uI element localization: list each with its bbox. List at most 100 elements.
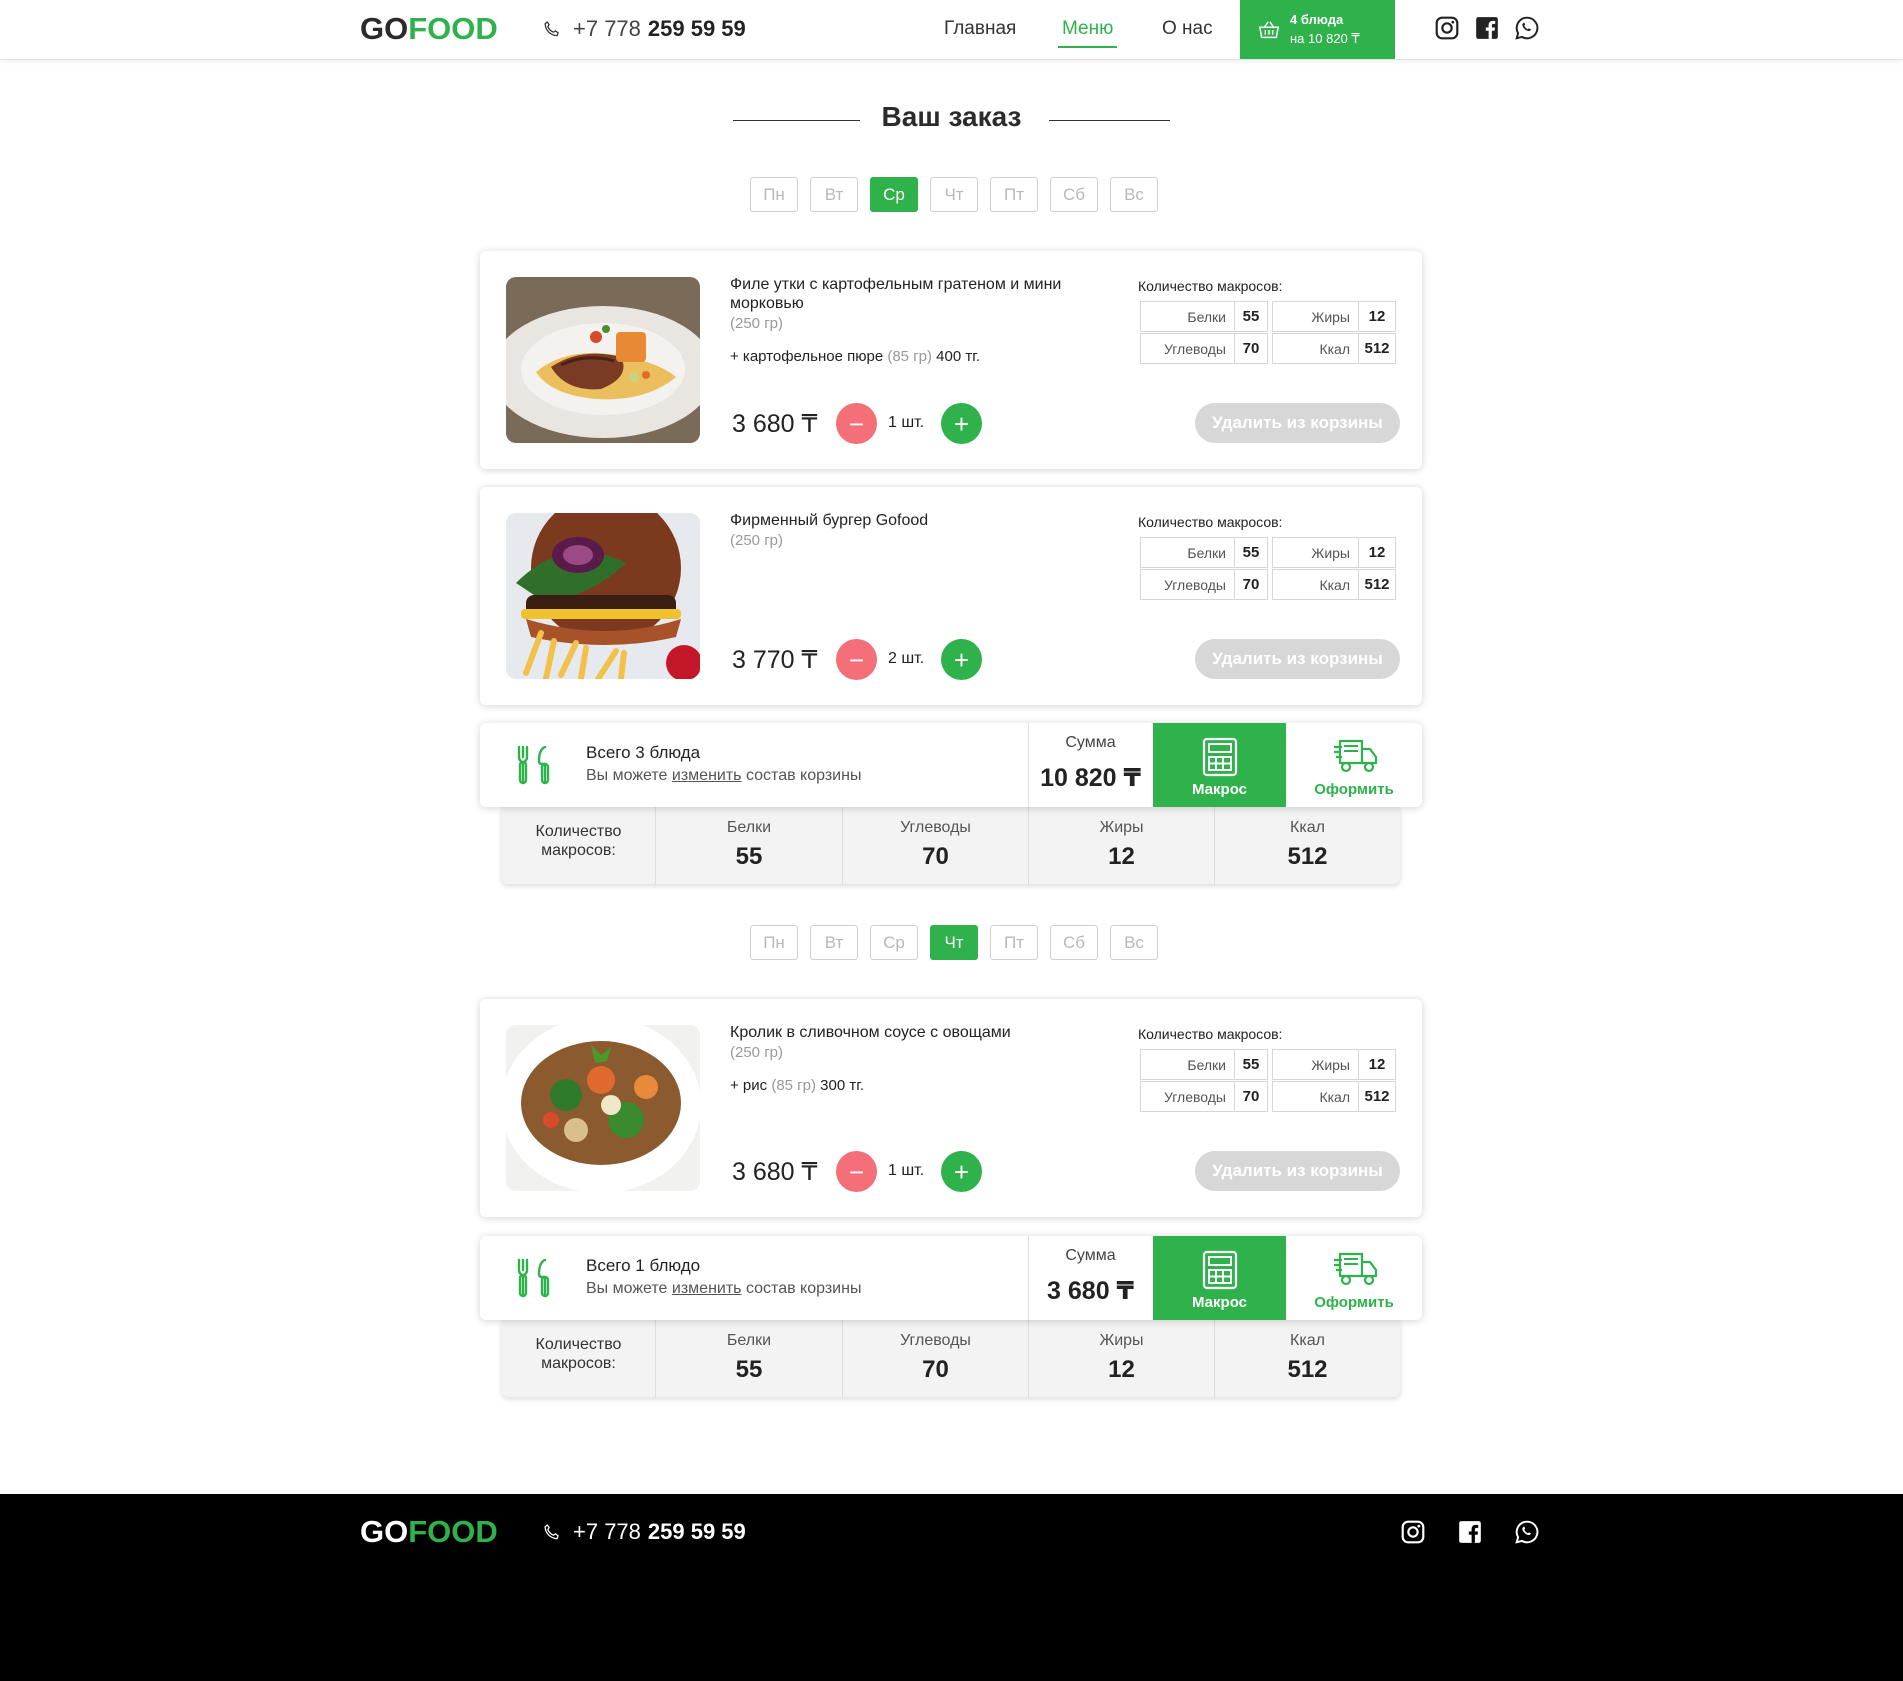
day-thu[interactable]: Чт [930, 177, 978, 212]
logo[interactable]: GOFOOD [360, 11, 498, 47]
day-tue[interactable]: Вт [810, 177, 858, 212]
remove-from-cart-button[interactable]: Удалить из корзины [1195, 1151, 1400, 1191]
sum-label: Сумма [1065, 734, 1116, 751]
total-dishes: Всего 3 блюда [586, 743, 701, 762]
macros-table: Белки 55 Жиры 12 Углеводы 70 Ккал 512 [1140, 1049, 1398, 1113]
macro-totals: Количество макросов: Белки 55 Углеводы 70 … [502, 807, 1400, 884]
sum-value: 10 820 ₸ [1040, 764, 1141, 792]
macros-label: Количество макросов: [1138, 278, 1283, 294]
day-selector: Пн Вт Ср Чт Пт Сб Вс [750, 177, 1158, 212]
item-name: Филе утки с картофельным гратеном и мини… [730, 276, 1062, 312]
day-fri[interactable]: Пт [990, 177, 1038, 212]
day-tue[interactable]: Вт [810, 925, 858, 960]
item-qty: 1 шт. [888, 414, 925, 431]
item-weight: (250 гр) [730, 315, 783, 332]
cart-count: 4 блюда [1290, 12, 1344, 27]
item-addon: + картофельное пюре (85 гр) 400 тг. [730, 348, 981, 365]
calculator-icon [1202, 1250, 1238, 1290]
phone-icon [544, 20, 559, 36]
footer-phone[interactable]: +7 778 259 59 59 [542, 1519, 746, 1545]
macro-totals-label: Количество макросов: [502, 807, 656, 884]
duck-dish-image [506, 277, 700, 443]
checkout-button[interactable]: Оформить [1286, 723, 1422, 807]
cutlery-icon [517, 745, 550, 785]
nav-menu[interactable]: Меню [1057, 18, 1118, 48]
macros-button[interactable]: Макрос [1153, 723, 1286, 807]
nav-about[interactable]: О нас [1162, 18, 1213, 40]
edit-cart-link[interactable]: изменить [672, 767, 742, 784]
item-price: 3 680 ₸ [732, 410, 818, 438]
day-mon[interactable]: Пн [750, 925, 798, 960]
calculator-icon [1202, 737, 1238, 777]
macros-button[interactable]: Макрос [1153, 1236, 1286, 1320]
item-price: 3 770 ₸ [732, 646, 818, 674]
whatsapp-icon[interactable] [1514, 1519, 1540, 1545]
cart-total: на 10 820 ₸ [1290, 31, 1360, 46]
macros-label: Количество макросов: [1138, 1026, 1283, 1042]
day-sat[interactable]: Сб [1050, 925, 1098, 960]
facebook-icon[interactable] [1474, 15, 1500, 41]
edit-cart-link[interactable]: изменить [672, 1280, 742, 1297]
day-mon[interactable]: Пн [750, 177, 798, 212]
order-summary: Всего 1 блюдо Вы можете изменить состав … [480, 1236, 1422, 1320]
macro-totals-label: Количество макросов: [502, 1320, 656, 1397]
macros-table: Белки 55 Жиры 12 Углеводы 70 Ккал 512 [1140, 301, 1398, 365]
page-title: Ваш заказ [881, 101, 1022, 132]
day-thu[interactable]: Чт [930, 925, 978, 960]
summary-note: Вы можете изменить состав корзины [586, 767, 862, 784]
total-dishes: Всего 1 блюдо [586, 1256, 701, 1275]
phone-icon [544, 1523, 559, 1539]
sum-value: 3 680 ₸ [1047, 1277, 1134, 1305]
decrease-qty-button[interactable]: − [836, 1151, 877, 1192]
cart-button[interactable]: 4 блюда на 10 820 ₸ [1240, 0, 1395, 59]
day-sat[interactable]: Сб [1050, 177, 1098, 212]
header-phone[interactable]: +7 778 259 59 59 [542, 16, 746, 42]
rabbit-stew-image [506, 1025, 700, 1191]
whatsapp-icon[interactable] [1514, 15, 1540, 41]
day-selector: Пн Вт Ср Чт Пт Сб Вс [750, 925, 1158, 960]
item-price: 3 680 ₸ [732, 1158, 818, 1186]
footer: GOFOOD +7 778 259 59 59 [0, 1494, 1903, 1681]
title-line-right [1049, 120, 1170, 121]
item-weight: (250 гр) [730, 532, 783, 549]
footer-logo[interactable]: GOFOOD [360, 1514, 498, 1550]
increase-qty-button[interactable]: + [941, 1151, 982, 1192]
increase-qty-button[interactable]: + [941, 403, 982, 444]
item-addon: + рис (85 гр) 300 тг. [730, 1077, 865, 1094]
cart-item: Кролик в сливочном соусе с овощами (250 … [480, 999, 1422, 1217]
nav-home[interactable]: Главная [944, 18, 1016, 40]
macros-label: Количество макросов: [1138, 514, 1283, 530]
day-fri[interactable]: Пт [990, 925, 1038, 960]
day-sun[interactable]: Вс [1110, 925, 1158, 960]
day-wed[interactable]: Ср [870, 925, 918, 960]
macros-table: Белки 55 Жиры 12 Углеводы 70 Ккал 512 [1140, 537, 1398, 601]
facebook-icon[interactable] [1457, 1519, 1483, 1545]
basket-icon [1258, 21, 1280, 39]
item-name: Кролик в сливочном соусе с овощами [730, 1024, 1011, 1041]
burger-image [506, 513, 700, 679]
item-qty: 2 шт. [888, 650, 925, 667]
summary-note: Вы можете изменить состав корзины [586, 1280, 862, 1297]
decrease-qty-button[interactable]: − [836, 403, 877, 444]
cart-item: Филе утки с картофельным гратеном и мини… [480, 251, 1422, 469]
decrease-qty-button[interactable]: − [836, 639, 877, 680]
cutlery-icon [517, 1258, 550, 1298]
day-wed[interactable]: Ср [870, 177, 918, 212]
instagram-icon[interactable] [1400, 1519, 1426, 1545]
order-summary: Всего 3 блюда Вы можете изменить состав … [480, 723, 1422, 807]
cart-item: Фирменный бургер Gofood (250 гр) 3 770 ₸… [480, 487, 1422, 705]
remove-from-cart-button[interactable]: Удалить из корзины [1195, 639, 1400, 679]
sum-label: Сумма [1065, 1247, 1116, 1264]
remove-from-cart-button[interactable]: Удалить из корзины [1195, 403, 1400, 443]
increase-qty-button[interactable]: + [941, 639, 982, 680]
day-sun[interactable]: Вс [1110, 177, 1158, 212]
item-qty: 1 шт. [888, 1162, 925, 1179]
delivery-truck-icon [1334, 1252, 1378, 1286]
header: GOFOOD +7 778 259 59 59 Главная Меню О н… [0, 0, 1903, 60]
page: GOFOOD +7 778 259 59 59 Главная Меню О н… [0, 0, 1903, 1681]
checkout-button[interactable]: Оформить [1286, 1236, 1422, 1320]
instagram-icon[interactable] [1434, 15, 1460, 41]
item-name: Фирменный бургер Gofood [730, 512, 929, 529]
delivery-truck-icon [1334, 739, 1378, 773]
item-weight: (250 гр) [730, 1044, 783, 1061]
